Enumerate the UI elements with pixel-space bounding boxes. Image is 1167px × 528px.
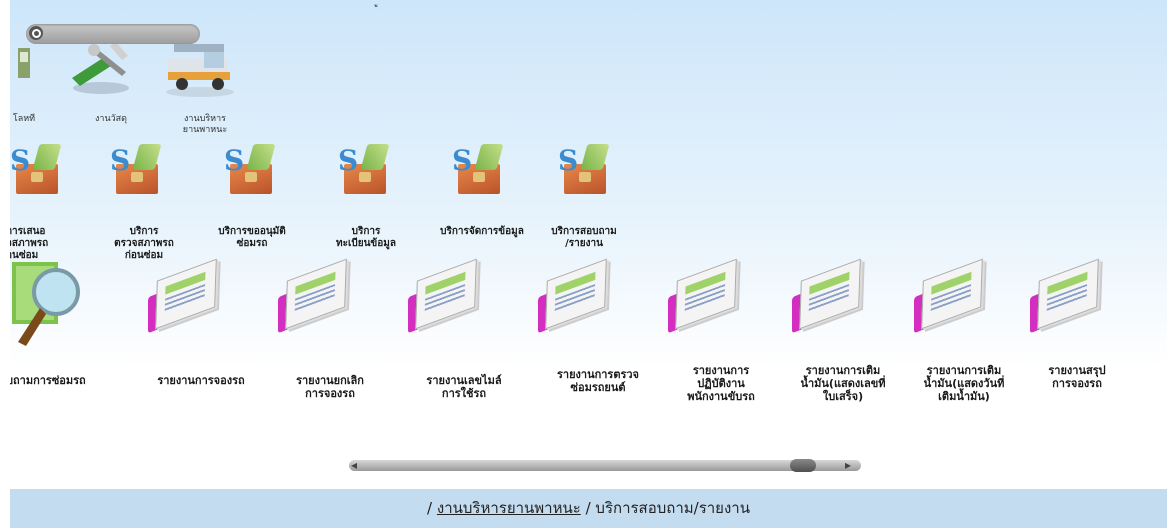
report-label-8[interactable]: รายงานการเติม น้ำมัน(แสดงวันที่ เติมน้ำม…: [904, 364, 1024, 404]
top-app-label-1: โลหที: [12, 114, 36, 124]
search-input[interactable]: [26, 24, 200, 44]
report-icon-6[interactable]: [668, 258, 744, 334]
magnifier-document-icon: [12, 262, 80, 346]
report-icon-2[interactable]: [148, 258, 224, 334]
service-label-4[interactable]: บริการ ทะเบียนข้อมูล: [318, 226, 414, 250]
report-label-9[interactable]: รายงานสรุป การจองรถ: [1022, 364, 1132, 390]
report-icon-7[interactable]: [792, 258, 868, 334]
report-label-2[interactable]: รายงานการจองรถ: [136, 374, 266, 387]
report-label-1[interactable]: บถามการซ่อมรถ: [10, 374, 136, 387]
breadcrumb-separator: /: [427, 499, 433, 517]
service-icon-6[interactable]: S: [558, 144, 610, 196]
search-icon: [29, 26, 43, 40]
truck-icon: [166, 44, 234, 97]
breadcrumb-link-vehicle-management[interactable]: งานบริหารยานพาหนะ: [437, 499, 581, 517]
breadcrumb: / งานบริหารยานพาหนะ / บริการสอบถาม/รายงา…: [10, 489, 1167, 528]
service-label-5[interactable]: บริการจัดการข้อมูล: [424, 226, 540, 238]
breadcrumb-separator: /: [585, 499, 591, 517]
scroll-left-arrow-icon[interactable]: ◂: [351, 459, 357, 472]
service-icon-3[interactable]: S: [224, 144, 276, 196]
report-label-5[interactable]: รายงานการตรวจ ซ่อมรถยนต์: [536, 368, 660, 394]
service-label-1[interactable]: การเสนอ จสภาพรถ อนซ่อม: [10, 226, 70, 262]
scroll-right-arrow-icon[interactable]: ▸: [845, 459, 851, 472]
horizontal-scrollbar[interactable]: ◂ ▸: [349, 458, 861, 473]
report-icon-8[interactable]: [914, 258, 990, 334]
top-app-3[interactable]: [160, 38, 240, 100]
tools-icon: [72, 42, 129, 94]
top-app-1[interactable]: [10, 40, 40, 100]
app-launcher-panel: ู โลหที งานวัสดุ งานบริหาร ยานพาหนะ S S …: [10, 0, 1167, 489]
report-icon-3[interactable]: [278, 258, 354, 334]
scrollbar-track[interactable]: [349, 460, 861, 471]
service-label-3[interactable]: บริการขออนุมัติ ซ่อมรถ: [196, 226, 308, 250]
service-icon-2[interactable]: S: [110, 144, 162, 196]
report-label-4[interactable]: รายงานเลขไมล์ การใช้รถ: [402, 374, 526, 400]
service-label-6[interactable]: บริการสอบถาม /รายงาน: [542, 226, 626, 250]
report-label-6[interactable]: รายงานการ ปฏิบัติงาน พนักงานขับรถ: [662, 364, 780, 404]
service-label-2[interactable]: บริการ ตรวจสภาพรถ ก่อนซ่อม: [96, 226, 192, 262]
top-app-label-2: งานวัสดุ: [95, 114, 127, 124]
breadcrumb-current: บริการสอบถาม/รายงาน: [595, 499, 750, 517]
report-icon-9[interactable]: [1030, 258, 1106, 334]
top-app-label-3: งานบริหาร ยานพาหนะ: [182, 114, 228, 135]
report-icon-1[interactable]: [10, 258, 90, 348]
truncated-app-icon: [18, 48, 30, 78]
report-label-3[interactable]: รายงานยกเลิก การจองรถ: [270, 374, 390, 400]
report-label-7[interactable]: รายงานการเติม น้ำมัน(แสดงเลขที่ ใบเสร็จ): [780, 364, 906, 404]
service-icon-1[interactable]: S: [10, 144, 62, 196]
service-icon-4[interactable]: S: [338, 144, 390, 196]
service-icon-5[interactable]: S: [452, 144, 504, 196]
report-icon-4[interactable]: [408, 258, 484, 334]
report-icon-5[interactable]: [538, 258, 614, 334]
scrollbar-thumb[interactable]: [790, 459, 816, 472]
top-app-2[interactable]: [66, 38, 136, 98]
